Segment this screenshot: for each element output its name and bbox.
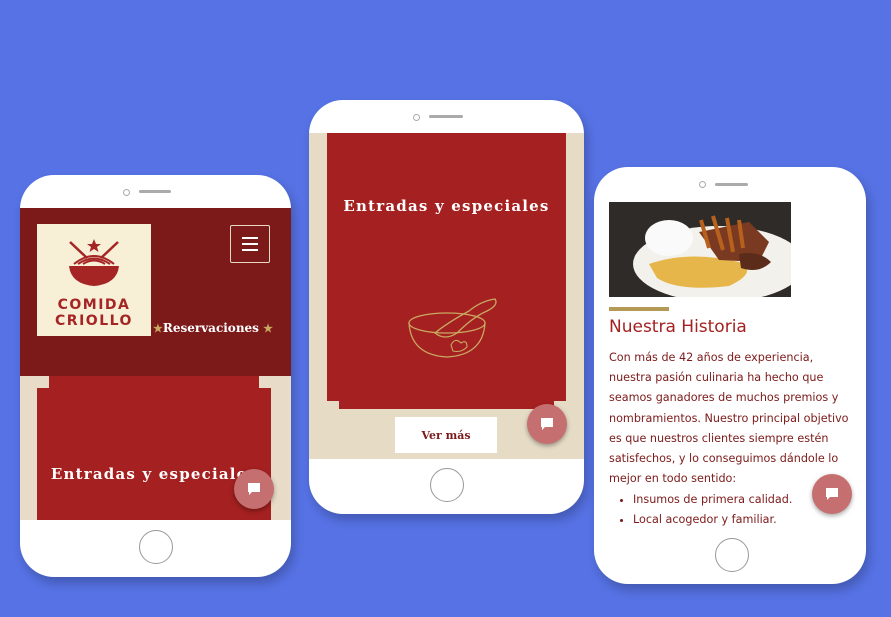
specials-card[interactable]: Entradas y especiales	[37, 376, 271, 520]
history-bullet-list: Insumos de primera calidad. Local acoged…	[609, 490, 792, 528]
speaker-grille	[715, 183, 748, 186]
chat-icon	[826, 488, 838, 500]
chat-icon	[541, 418, 553, 430]
home-button	[430, 468, 464, 502]
chat-button[interactable]	[234, 469, 274, 509]
camera-dot	[699, 181, 706, 188]
dish-image	[609, 202, 791, 297]
star-icon: ★	[263, 322, 273, 335]
phone-mockup-center: Entradas y especiales Ver más	[309, 100, 584, 514]
speaker-grille	[429, 115, 463, 118]
camera-dot	[123, 189, 130, 196]
chat-button[interactable]	[812, 474, 852, 514]
specials-card-tab	[339, 401, 554, 409]
hamburger-line	[242, 243, 258, 245]
logo-text-line1: COMIDA	[57, 297, 131, 313]
hamburger-menu-icon	[242, 237, 258, 239]
history-heading: Nuestra Historia	[609, 317, 747, 337]
hamburger-menu-button[interactable]	[230, 225, 270, 263]
specials-card-title: Entradas y especiales	[343, 197, 550, 215]
camera-dot	[413, 114, 420, 121]
logo-text-line2: CRIOLLO	[55, 313, 133, 329]
list-item: Local acogedor y familiar.	[633, 510, 792, 528]
chat-icon	[248, 483, 260, 495]
bowl-spoon-icon	[408, 298, 497, 358]
star-icon: ★	[153, 322, 163, 335]
section-divider	[609, 307, 669, 311]
ver-mas-button[interactable]: Ver más	[395, 417, 497, 453]
nav-reservations-label: Reservaciones	[162, 321, 259, 335]
phone-mockup-right: Nuestra Historia Con más de 42 años de e…	[594, 167, 866, 584]
chat-button[interactable]	[527, 404, 567, 444]
history-paragraph: Con más de 42 años de experiencia, nuest…	[609, 351, 849, 486]
site-header: COMIDA CRIOLLO ★Reservaciones ★	[20, 208, 291, 376]
speaker-grille	[139, 190, 171, 193]
dish-photo	[609, 202, 791, 297]
hamburger-line	[242, 249, 258, 251]
list-item: Insumos de primera calidad.	[633, 490, 792, 510]
phone-mockup-left: COMIDA CRIOLLO ★Reservaciones ★ Entradas…	[20, 175, 291, 577]
home-button	[139, 530, 173, 564]
logo[interactable]: COMIDA CRIOLLO	[37, 224, 151, 336]
home-button	[715, 538, 749, 572]
specials-card[interactable]: Entradas y especiales	[327, 133, 566, 401]
nav-reservations-link[interactable]: ★Reservaciones ★	[153, 321, 273, 335]
